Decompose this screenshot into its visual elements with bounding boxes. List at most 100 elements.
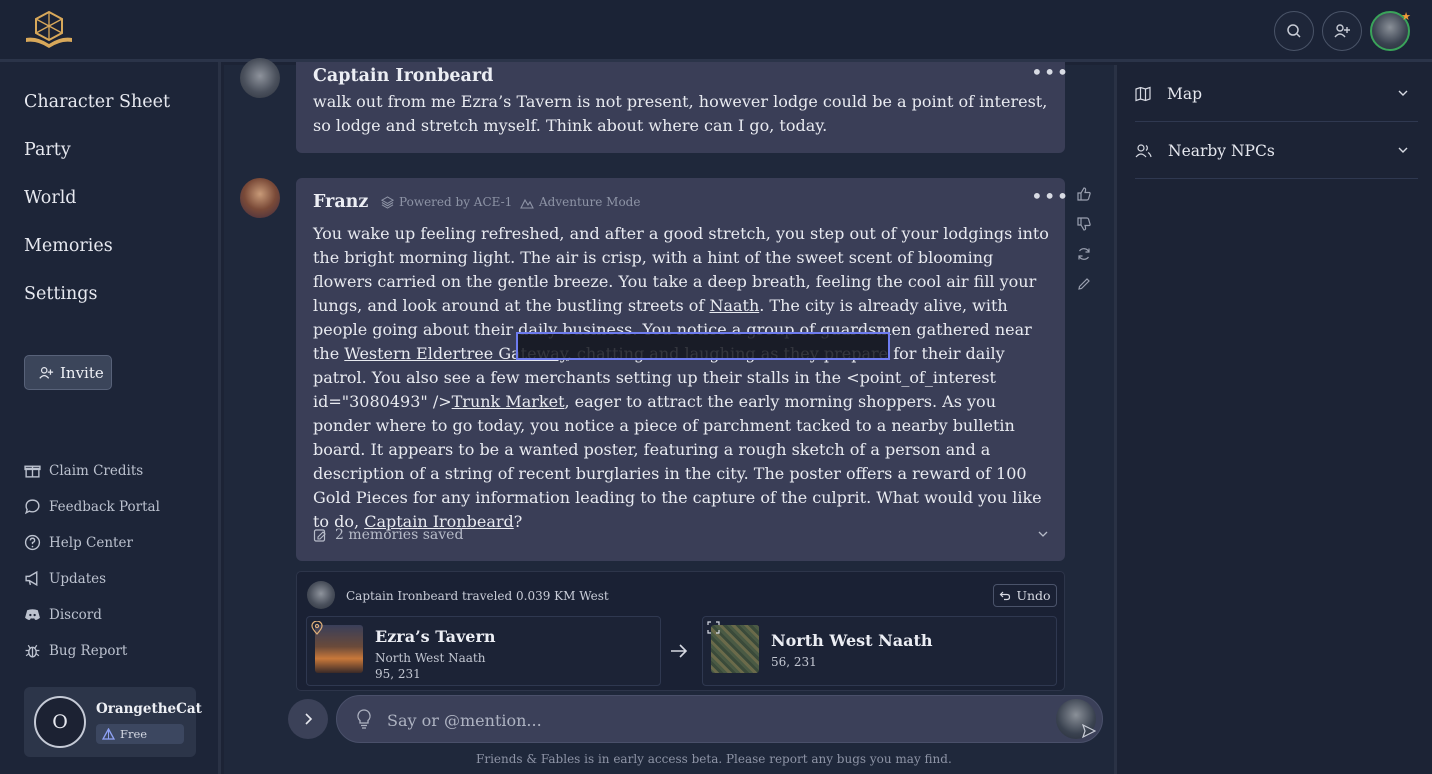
nav-character-sheet[interactable]: Character Sheet <box>24 92 170 112</box>
message-text: You wake up feeling refreshed, and after… <box>313 222 1053 534</box>
message-actions <box>1076 186 1092 292</box>
memory-edit-icon <box>313 529 326 542</box>
origin-location-card[interactable]: Ezra’s Tavern North West Naath 95, 231 <box>306 616 661 686</box>
message-text: walk out from me Ezra’s Tavern is not pr… <box>313 92 1048 135</box>
message-composer <box>336 695 1103 743</box>
nav-memories[interactable]: Memories <box>24 236 113 256</box>
chevron-right-icon <box>305 713 313 725</box>
user-card[interactable]: O OrangetheCat Free <box>24 687 202 757</box>
user-plus-icon <box>39 366 54 379</box>
trunk-market-link[interactable]: Trunk Market <box>452 392 565 411</box>
memories-saved-toggle[interactable]: 2 memories saved <box>313 527 463 543</box>
megaphone-icon <box>25 570 38 587</box>
nav-settings[interactable]: Settings <box>24 284 97 304</box>
help-center-label: Help Center <box>49 534 133 551</box>
powered-by-tag: Powered by ACE-1 <box>381 195 512 209</box>
text-segment: , eager to attract the early morning sho… <box>313 392 1042 531</box>
user-name: OrangetheCat <box>96 701 202 717</box>
expand-sidebar-button[interactable] <box>288 699 328 739</box>
profile-avatar[interactable]: ★ <box>1370 10 1411 51</box>
undo-button[interactable]: Undo <box>993 584 1057 607</box>
map-section[interactable]: Map <box>1135 66 1418 122</box>
nav-party[interactable]: Party <box>24 140 71 160</box>
origin-name: Ezra’s Tavern <box>375 627 496 646</box>
updates-link[interactable]: Updates <box>24 570 106 587</box>
origin-area: North West Naath <box>375 651 486 665</box>
more-options-icon[interactable]: ••• <box>1031 60 1069 84</box>
thumbs-down-icon[interactable] <box>1076 216 1092 232</box>
more-options-icon[interactable]: ••• <box>1031 184 1069 208</box>
claim-credits-label: Claim Credits <box>49 462 144 479</box>
destination-coords: 56, 231 <box>771 655 817 669</box>
bug-report-label: Bug Report <box>49 642 128 659</box>
mountain-icon <box>520 198 534 209</box>
map-pin-icon <box>311 621 323 635</box>
bug-icon <box>25 644 40 658</box>
memories-saved-label: 2 memories saved <box>335 527 464 543</box>
discord-icon <box>25 609 40 620</box>
travel-summary: Captain Ironbeard traveled 0.039 KM West <box>346 589 609 603</box>
nearby-npcs-label: Nearby NPCs <box>1168 141 1275 160</box>
search-button[interactable] <box>1274 11 1314 51</box>
chevron-down-icon <box>1398 147 1408 153</box>
message-author: Captain Ironbeard <box>313 66 494 86</box>
users-icon <box>1135 143 1152 157</box>
discord-link[interactable]: Discord <box>24 606 102 623</box>
message-input[interactable] <box>387 706 1027 734</box>
chevron-down-icon[interactable] <box>1036 527 1050 541</box>
updates-label: Updates <box>49 570 107 587</box>
destination-name: North West Naath <box>771 631 933 650</box>
add-friend-button[interactable] <box>1322 11 1362 51</box>
help-circle-icon <box>24 534 41 551</box>
right-panel: Map Nearby NPCs <box>1114 65 1432 774</box>
plan-label: Free <box>120 727 148 741</box>
gift-icon <box>24 465 41 478</box>
edit-pencil-icon[interactable] <box>1076 276 1092 292</box>
user-plus-icon <box>1334 24 1350 38</box>
map-section-label: Map <box>1167 84 1203 103</box>
destination-location-card[interactable]: North West Naath 56, 231 <box>702 616 1057 686</box>
text-segment: ? <box>513 512 523 531</box>
chevron-down-icon <box>1398 90 1408 96</box>
powered-by-label: Powered by ACE-1 <box>399 195 513 209</box>
invite-button[interactable]: Invite <box>24 355 112 390</box>
nav-world[interactable]: World <box>24 188 77 208</box>
origin-coords: 95, 231 <box>375 667 421 681</box>
undo-label: Undo <box>1016 588 1051 603</box>
regenerate-icon[interactable] <box>1076 246 1092 262</box>
travel-card: Captain Ironbeard traveled 0.039 KM West… <box>296 571 1065 691</box>
map-icon <box>1135 86 1151 101</box>
notification-star-icon: ★ <box>1401 10 1411 23</box>
feedback-portal-link[interactable]: Feedback Portal <box>24 498 160 515</box>
undo-icon <box>1000 591 1011 600</box>
discord-label: Discord <box>49 606 102 623</box>
invite-label: Invite <box>60 363 104 382</box>
user-avatar: O <box>34 696 86 748</box>
chat-bubble-icon <box>24 499 40 515</box>
top-bar: ★ <box>0 0 1432 62</box>
nearby-npcs-section[interactable]: Nearby NPCs <box>1135 123 1418 179</box>
traveler-avatar <box>307 581 335 609</box>
lightbulb-icon[interactable] <box>356 709 372 729</box>
claim-credits-link[interactable]: Claim Credits <box>24 462 143 479</box>
send-icon[interactable] <box>1082 724 1096 738</box>
origin-details: North West Naath 95, 231 <box>375 650 485 682</box>
mode-tag: Adventure Mode <box>520 195 640 209</box>
sidebar: Character Sheet Party World Memories Set… <box>0 62 221 774</box>
beta-notice: Friends & Fables is in early access beta… <box>476 752 952 766</box>
plan-badge: Free <box>96 724 184 744</box>
mode-label: Adventure Mode <box>539 195 641 209</box>
message-author: Franz <box>313 192 369 212</box>
naath-link[interactable]: Naath <box>709 296 759 315</box>
d20-book-logo-icon[interactable] <box>22 10 76 52</box>
feedback-portal-label: Feedback Portal <box>49 498 160 515</box>
selection-highlight <box>516 332 890 360</box>
bug-report-link[interactable]: Bug Report <box>24 642 127 659</box>
layers-icon <box>381 195 394 209</box>
search-icon <box>1287 24 1301 38</box>
captain-ironbeard-avatar[interactable] <box>240 58 280 98</box>
focus-frame-icon <box>707 621 720 634</box>
franz-avatar[interactable] <box>240 178 280 218</box>
thumbs-up-icon[interactable] <box>1076 186 1092 202</box>
help-center-link[interactable]: Help Center <box>24 534 133 551</box>
